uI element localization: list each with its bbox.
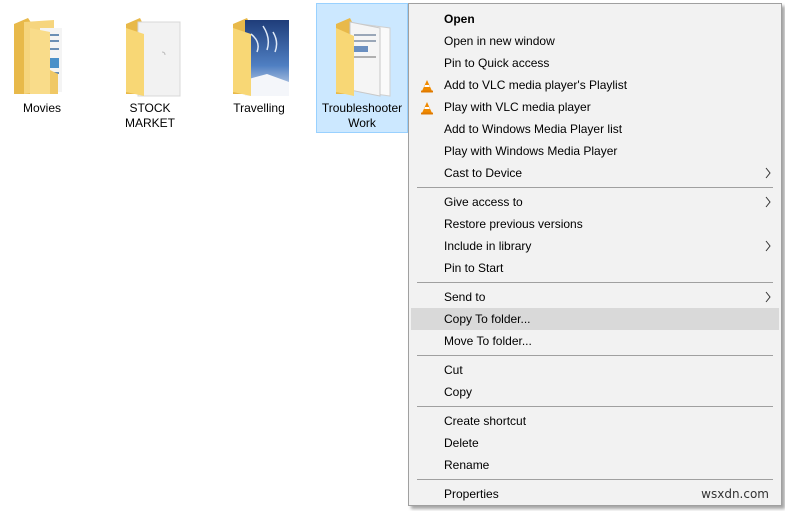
menu-item-label: Include in library [444, 239, 532, 253]
menu-item-cut[interactable]: Cut [411, 359, 779, 381]
menu-item-label: Cast to Device [444, 166, 523, 180]
menu-item-label: Play with VLC media player [444, 100, 591, 114]
vlc-cone-icon [420, 100, 434, 115]
menu-item-label: Pin to Quick access [444, 56, 550, 70]
menu-item-label: Open [444, 12, 475, 26]
context-menu: Open Open in new window Pin to Quick acces… [408, 3, 782, 506]
menu-item-restore-previous-versions[interactable]: Restore previous versions [411, 213, 779, 235]
chevron-right-icon [763, 286, 773, 308]
menu-separator [417, 187, 773, 188]
folder-label: STOCK MARKET [124, 101, 175, 130]
menu-item-label: Play with Windows Media Player [444, 144, 618, 158]
menu-item-label: Open in new window [444, 34, 555, 48]
menu-item-add-to-vlc-media-player-s-playlist[interactable]: Add to VLC media player's Playlist [411, 74, 779, 96]
menu-separator [417, 479, 773, 480]
menu-item-label: Copy [444, 385, 473, 399]
menu-item-label: Give access to [444, 195, 523, 209]
menu-item-pin-to-start[interactable]: Pin to Start [411, 257, 779, 279]
menu-item-label: Add to VLC media player's Playlist [444, 78, 628, 92]
vlc-cone-icon [420, 78, 434, 93]
watermark: wsxdn.com [701, 487, 769, 501]
menu-item-open-in-new-window[interactable]: Open in new window [411, 30, 779, 52]
menu-item-pin-to-quick-access[interactable]: Pin to Quick access [411, 52, 779, 74]
menu-item-delete[interactable]: Delete [411, 432, 779, 454]
menu-separator [417, 355, 773, 356]
menu-separator [417, 406, 773, 407]
menu-item-create-shortcut[interactable]: Create shortcut [411, 410, 779, 432]
menu-item-label: Send to [444, 290, 486, 304]
menu-item-play-with-vlc-media-player[interactable]: Play with VLC media player [411, 96, 779, 118]
folder-stock-market[interactable]: STOCK MARKET [105, 3, 195, 131]
menu-item-label: Copy To folder... [444, 312, 531, 326]
menu-separator [417, 282, 773, 283]
menu-item-move-to-folder[interactable]: Move To folder... [411, 330, 779, 352]
menu-item-label: Pin to Start [444, 261, 504, 275]
menu-item-label: Add to Windows Media Player list [444, 122, 623, 136]
menu-item-open[interactable]: Open [411, 8, 779, 30]
folder-icon [233, 18, 289, 96]
folder-icon [126, 18, 181, 97]
menu-item-give-access-to[interactable]: Give access to [411, 191, 779, 213]
menu-item-label: Cut [444, 363, 463, 377]
folder-travelling[interactable]: Travelling [214, 3, 304, 131]
folder-troubleshooter-work[interactable]: Troubleshooter Work [316, 3, 408, 133]
chevron-right-icon [763, 235, 773, 257]
menu-item-cast-to-device[interactable]: Cast to Device [411, 162, 779, 184]
folder-icon [336, 18, 391, 97]
menu-item-label: Rename [444, 458, 490, 472]
menu-item-add-to-windows-media-player-list[interactable]: Add to Windows Media Player list [411, 118, 779, 140]
menu-item-play-with-windows-media-player[interactable]: Play with Windows Media Player [411, 140, 779, 162]
menu-item-label: Move To folder... [444, 334, 532, 348]
folder-movies[interactable]: Movies [0, 3, 87, 131]
menu-item-send-to[interactable]: Send to [411, 286, 779, 308]
menu-item-label: Properties [444, 487, 499, 501]
chevron-right-icon [763, 162, 773, 184]
menu-item-label: Delete [444, 436, 479, 450]
chevron-right-icon [763, 191, 773, 213]
menu-item-include-in-library[interactable]: Include in library [411, 235, 779, 257]
menu-item-copy[interactable]: Copy [411, 381, 779, 403]
menu-item-label: Create shortcut [444, 414, 527, 428]
menu-item-label: Restore previous versions [444, 217, 583, 231]
folder-label: Troubleshooter Work [321, 101, 403, 130]
folder-label: Travelling [233, 101, 285, 115]
folder-icon [14, 18, 62, 94]
folder-label: Movies [22, 101, 61, 115]
menu-item-rename[interactable]: Rename [411, 454, 779, 476]
menu-item-copy-to-folder[interactable]: Copy To folder... [411, 308, 779, 330]
